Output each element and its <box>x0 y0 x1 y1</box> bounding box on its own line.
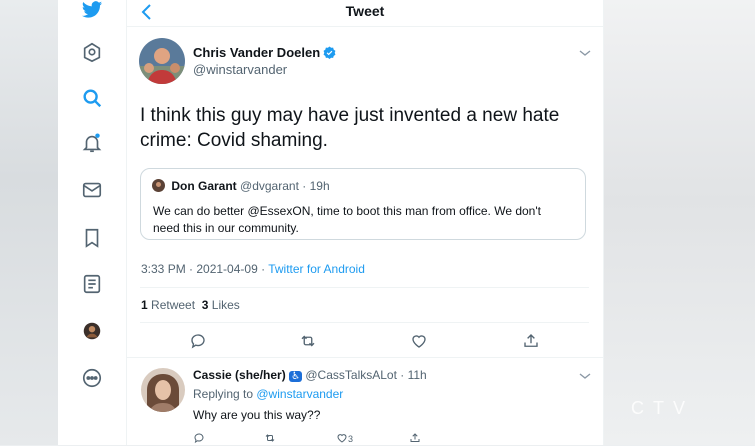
reply-icon[interactable] <box>193 432 205 444</box>
retweet-icon[interactable] <box>299 332 317 350</box>
replying-to: Replying to @winstarvander <box>193 387 343 401</box>
bell-icon[interactable] <box>80 131 104 155</box>
like-icon[interactable] <box>410 332 428 350</box>
like-stat[interactable]: 3 Likes <box>202 298 240 312</box>
engagement-stats: 1 Retweet 3 Likes <box>141 298 240 312</box>
home-icon[interactable] <box>80 40 104 64</box>
replying-to-mention[interactable]: @winstarvander <box>256 387 343 401</box>
quoted-author-name: Don Garant <box>171 179 237 193</box>
page-title: Tweet <box>345 3 385 19</box>
retweet-count: 1 <box>141 298 148 312</box>
background-left <box>0 0 58 445</box>
reply-author-handle[interactable]: @CassTalksALot <box>305 368 397 382</box>
tweet-text: I think this guy may have just invented … <box>140 105 560 151</box>
more-icon[interactable] <box>80 366 104 390</box>
reply-tweet[interactable]: Cassie (she/her) ♿ @CassTalksALot · 11h … <box>127 357 603 446</box>
twitter-logo-icon[interactable] <box>80 0 104 22</box>
tweet-detail-column: Tweet Chris Vander Doelen @winstarvander… <box>126 0 604 445</box>
reply-author-name[interactable]: Cassie (she/her) <box>193 368 286 382</box>
retweet-icon[interactable] <box>264 432 276 444</box>
like-icon <box>337 434 347 443</box>
like-count: 3 <box>201 298 209 312</box>
author-name[interactable]: Chris Vander Doelen <box>193 45 336 60</box>
quoted-author-avatar <box>152 179 165 192</box>
retweet-stat[interactable]: 1 Retweet <box>141 298 195 312</box>
like-stat[interactable]: 3 <box>336 432 353 444</box>
tweet-timestamp: 3:33 PM · 2021-04-09 · Twitter for Andro… <box>141 262 365 276</box>
author-name-text: Chris Vander Doelen <box>193 45 321 60</box>
quoted-tweet-header: Don Garant @dvgarant · 19h <box>152 179 330 193</box>
quoted-tweet-time: · 19h <box>302 179 330 193</box>
profile-avatar[interactable] <box>80 319 104 343</box>
reply-text: Why are you this way?? <box>193 408 321 422</box>
accessibility-badge-icon: ♿ <box>289 371 303 382</box>
verified-badge-icon <box>323 46 336 59</box>
reply-icon[interactable] <box>189 332 207 350</box>
quoted-tweet-text: We can do better @EssexON, time to boot … <box>153 204 541 235</box>
author-handle[interactable]: @winstarvander <box>193 62 287 77</box>
quoted-tweet[interactable]: Don Garant @dvgarant · 19h We can do bet… <box>140 168 586 240</box>
timestamp-text: 3:33 PM · 2021-04-09 · <box>141 262 269 276</box>
list-icon[interactable] <box>80 272 104 296</box>
like-label: Likes <box>211 298 240 312</box>
reply-like-count: 3 <box>348 434 354 444</box>
reply-author-avatar[interactable] <box>141 368 185 412</box>
bookmark-icon[interactable] <box>80 226 104 250</box>
retweet-label: Retweet <box>151 298 196 312</box>
divider <box>140 322 589 323</box>
author-avatar[interactable] <box>139 38 185 84</box>
search-icon[interactable] <box>80 86 104 110</box>
reply-time: · 11h <box>400 368 427 382</box>
share-icon[interactable] <box>409 432 421 444</box>
mail-icon[interactable] <box>80 178 104 202</box>
replying-to-label: Replying to <box>193 387 257 401</box>
share-icon[interactable] <box>522 332 540 350</box>
reply-author: Cassie (she/her) ♿ @CassTalksALot · 11h <box>193 368 427 382</box>
chevron-down-icon[interactable] <box>578 371 592 381</box>
quoted-author-handle: @dvgarant <box>240 179 299 193</box>
ctv-watermark: CTV <box>631 398 694 418</box>
divider <box>140 287 589 288</box>
tweet-header: Tweet <box>127 0 603 27</box>
chevron-down-icon[interactable] <box>578 48 592 58</box>
tweet-source-link[interactable]: Twitter for Android <box>268 262 365 276</box>
background-right <box>600 0 755 445</box>
sidebar <box>58 0 126 445</box>
